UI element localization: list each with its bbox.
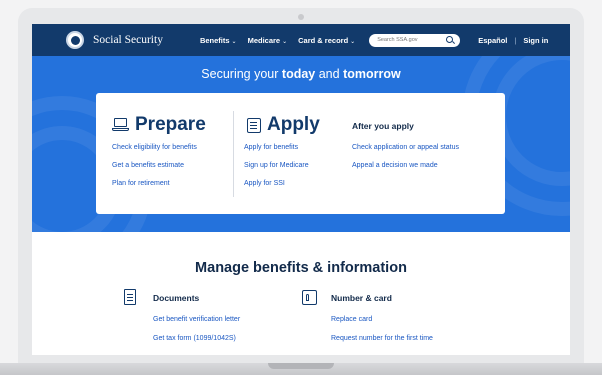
documents-heading: Documents bbox=[153, 293, 200, 303]
sign-in-link[interactable]: Sign in bbox=[523, 36, 548, 45]
search-box bbox=[369, 33, 461, 47]
brand-name: Social Security bbox=[93, 34, 163, 46]
link-plan-retirement[interactable]: Plan for retirement bbox=[112, 180, 170, 187]
link-apply-ssi[interactable]: Apply for SSI bbox=[244, 180, 285, 187]
top-navbar: Social Security Benefits ⌄ Medicare ⌄ Card… bbox=[32, 24, 570, 56]
prepare-heading: Prepare bbox=[112, 114, 206, 136]
search-icon[interactable] bbox=[446, 35, 454, 43]
after-apply-heading: After you apply bbox=[352, 121, 414, 131]
number-card-heading: Number & card bbox=[331, 293, 392, 303]
nav-item-benefits[interactable]: Benefits ⌄ bbox=[200, 36, 237, 45]
ssa-seal-icon bbox=[66, 31, 84, 49]
action-card: Prepare Check eligibility for benefits G… bbox=[96, 93, 505, 214]
hero-banner: Securing your today and tomorrow Prepare… bbox=[32, 56, 570, 232]
nav-item-medicare[interactable]: Medicare ⌄ bbox=[248, 36, 288, 45]
link-apply-benefits[interactable]: Apply for benefits bbox=[244, 144, 298, 151]
nav-item-card-record[interactable]: Card & record ⌄ bbox=[298, 36, 355, 45]
link-benefits-estimate[interactable]: Get a benefits estimate bbox=[112, 162, 184, 169]
chevron-down-icon: ⌄ bbox=[231, 38, 237, 45]
apply-heading: Apply bbox=[247, 114, 320, 136]
hero-title: Securing your today and tomorrow bbox=[201, 67, 401, 81]
form-icon bbox=[247, 117, 261, 133]
link-sign-up-medicare[interactable]: Sign up for Medicare bbox=[244, 162, 309, 169]
search-input[interactable] bbox=[377, 37, 442, 43]
nav-separator: | bbox=[514, 35, 517, 45]
camera-icon bbox=[298, 14, 304, 20]
laptop-icon bbox=[112, 118, 129, 132]
chevron-down-icon: ⌄ bbox=[282, 38, 288, 45]
browser-screen: Social Security Benefits ⌄ Medicare ⌄ Card… bbox=[32, 24, 570, 355]
link-request-number[interactable]: Request number for the first time bbox=[331, 335, 433, 342]
document-icon bbox=[124, 289, 136, 305]
manage-section-title: Manage benefits & information bbox=[195, 260, 407, 276]
link-tax-form[interactable]: Get tax form (1099/1042S) bbox=[153, 335, 236, 342]
card-icon bbox=[302, 290, 317, 305]
column-divider bbox=[233, 111, 234, 197]
nav-menu: Benefits ⌄ Medicare ⌄ Card & record ⌄ bbox=[200, 36, 366, 45]
brand-logo-link[interactable]: Social Security bbox=[66, 31, 163, 49]
link-check-status[interactable]: Check application or appeal status bbox=[352, 144, 459, 151]
language-link[interactable]: Español bbox=[478, 36, 507, 45]
link-check-eligibility[interactable]: Check eligibility for benefits bbox=[112, 144, 197, 151]
laptop-notch bbox=[268, 363, 334, 369]
chevron-down-icon: ⌄ bbox=[350, 38, 356, 45]
link-appeal-decision[interactable]: Appeal a decision we made bbox=[352, 162, 438, 169]
link-replace-card[interactable]: Replace card bbox=[331, 316, 372, 323]
link-verification-letter[interactable]: Get benefit verification letter bbox=[153, 316, 240, 323]
